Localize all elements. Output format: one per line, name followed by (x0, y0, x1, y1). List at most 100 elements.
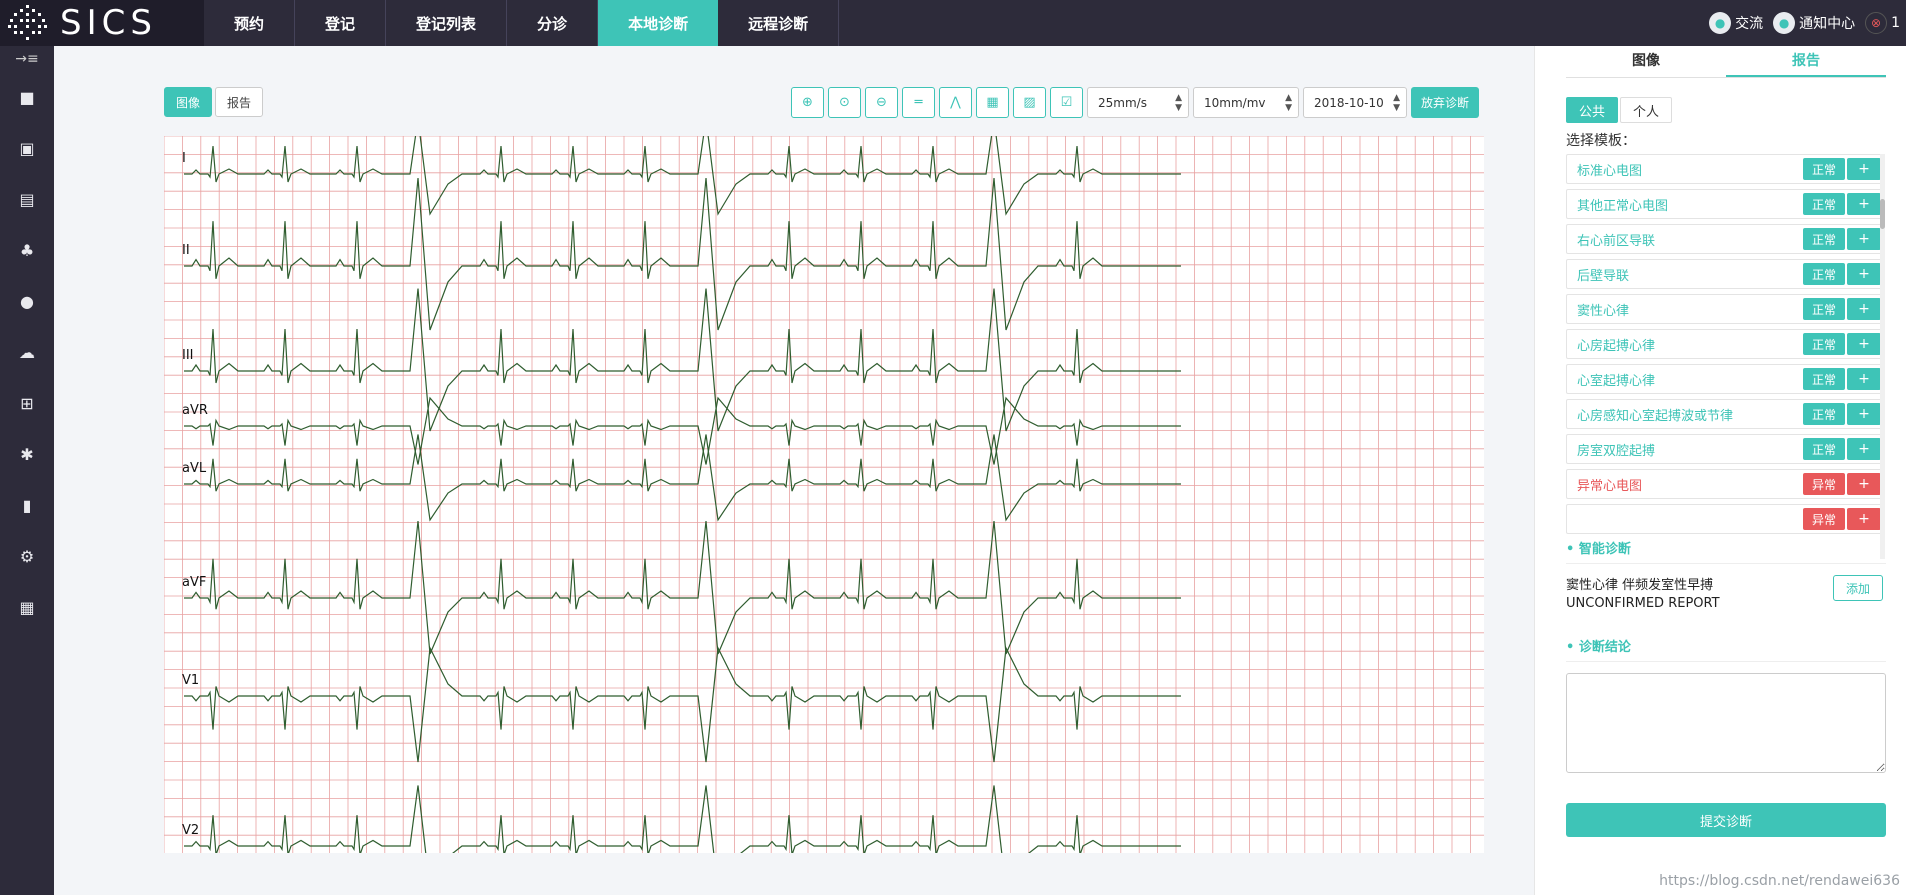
template-item[interactable]: 其他正常心电图 正常 + (1566, 189, 1884, 219)
template-tag[interactable]: 正常 (1803, 368, 1845, 390)
template-name: 窦性心律 (1577, 303, 1630, 319)
smart-diagnosis-title: 智能诊断 (1566, 538, 1886, 564)
template-tag[interactable]: 正常 (1803, 158, 1845, 180)
submit-diagnosis-button[interactable]: 提交诊断 (1566, 803, 1886, 837)
nav-item-1[interactable]: 登记 (295, 0, 387, 46)
nav-item-4[interactable]: 本地诊断 (598, 0, 719, 46)
org-tree-icon[interactable]: ⊞ (0, 378, 54, 429)
template-item[interactable]: 房室双腔起搏 正常 + (1566, 434, 1884, 464)
view-tab-1[interactable]: 报告 (215, 87, 264, 117)
smart-diagnosis-line: 窦性心律 伴频发室性早搏 (1566, 578, 1714, 593)
conclusion-title: 诊断结论 (1566, 636, 1886, 662)
right-tab-0[interactable]: 图像 (1566, 46, 1726, 77)
template-item[interactable]: 心房起搏心律 正常 + (1566, 329, 1884, 359)
plus-icon[interactable]: + (1847, 368, 1881, 390)
template-tag[interactable]: 正常 (1803, 298, 1845, 320)
template-item[interactable]: 窦性心律 正常 + (1566, 294, 1884, 324)
plus-icon[interactable]: + (1847, 298, 1881, 320)
hatch-icon[interactable]: ▨ (1013, 87, 1046, 118)
plus-icon[interactable]: + (1847, 193, 1881, 215)
add-diagnosis-button[interactable]: 添加 (1833, 575, 1883, 601)
user-icon[interactable]: ● (0, 276, 54, 327)
ruler-icon[interactable]: ═ (902, 87, 935, 118)
template-item[interactable]: 心房感知心室起搏波或节律 正常 + (1566, 399, 1884, 429)
collapse-icon[interactable]: →≡ (0, 46, 54, 72)
smart-diagnosis-text: 窦性心律 伴频发室性早搏 UNCONFIRMED REPORT (1566, 577, 1720, 613)
brand[interactable]: SICS (0, 0, 204, 46)
logo-dot (10, 19, 13, 22)
nav-item-3[interactable]: 分诊 (507, 0, 599, 46)
scope-tab-0[interactable]: 公共 (1566, 97, 1619, 123)
right-tab-1[interactable]: 报告 (1726, 46, 1886, 77)
plus-icon[interactable]: + (1847, 403, 1881, 425)
template-tag[interactable]: 正常 (1803, 193, 1845, 215)
template-tag[interactable]: 正常 (1803, 438, 1845, 460)
bar-chart-icon[interactable]: ▮ (0, 480, 54, 531)
plus-icon[interactable]: + (1847, 438, 1881, 460)
template-tag[interactable]: 异常 (1803, 508, 1845, 530)
tool-buttons: ⊕ ⊙ ⊖ ═ ⋀ ▦ ▨ ☑ (791, 87, 1083, 118)
plus-icon[interactable]: + (1847, 508, 1881, 530)
zoom-out-icon[interactable]: ⊖ (865, 87, 898, 118)
logo-dot (26, 25, 29, 28)
lead-label: aVL (182, 461, 207, 476)
plus-icon[interactable]: + (1847, 473, 1881, 495)
bug-icon[interactable]: ✱ (0, 429, 54, 480)
plus-icon[interactable]: + (1847, 263, 1881, 285)
sidebar: →≡ ■ ▣ ▤ ♣ ● ☁ ⊞ ✱ ▮ ⚙ ▦ (0, 46, 54, 895)
lead-label: III (182, 348, 194, 363)
plus-icon[interactable]: + (1847, 333, 1881, 355)
scrollbar-thumb[interactable] (1880, 199, 1885, 229)
plus-icon[interactable]: + (1847, 228, 1881, 250)
template-item[interactable]: 异常心电图 异常 + (1566, 469, 1884, 499)
user-button[interactable]: ⊗ 1 (1865, 12, 1900, 34)
template-list: 标准心电图 正常 + 其他正常心电图 正常 + 右心前区导联 正常 + 后壁导联 正常 + 窦性心律 正常… (1566, 154, 1886, 559)
bell-icon: ● (1773, 12, 1796, 34)
template-scrollbar[interactable] (1880, 154, 1885, 559)
view-tab-0[interactable]: 图像 (164, 87, 213, 117)
template-item[interactable]: 后壁导联 正常 + (1566, 259, 1884, 289)
gain-select[interactable]: 10mm/mv ▲ ▼ (1193, 87, 1299, 118)
template-tag[interactable]: 正常 (1803, 228, 1845, 250)
lead-label: V1 (182, 673, 199, 688)
notice-button[interactable]: ● 通知中心 (1773, 12, 1855, 34)
logo-dot (26, 37, 29, 40)
cloud-icon[interactable]: ☁ (0, 327, 54, 378)
template-tag[interactable]: 正常 (1803, 333, 1845, 355)
settings-icon[interactable]: ⚙ (0, 531, 54, 582)
abandon-diagnosis-button[interactable]: 放弃诊断 (1411, 87, 1480, 118)
zoom-reset-icon[interactable]: ⊙ (828, 87, 861, 118)
document-icon[interactable]: ▤ (0, 174, 54, 225)
template-tag[interactable]: 正常 (1803, 263, 1845, 285)
date-select[interactable]: 2018-10-10 ▲ ▼ (1303, 87, 1407, 118)
briefcase-icon[interactable]: ■ (0, 72, 54, 123)
select-arrow-icon: ▲ ▼ (1175, 92, 1182, 113)
wave-icon[interactable]: ⋀ (939, 87, 972, 118)
ecg-canvas[interactable]: I II III aVR aVL aVF V1 V2 (164, 136, 1484, 853)
template-item[interactable]: 标准心电图 正常 + (1566, 154, 1884, 184)
nav-item-0[interactable]: 预约 (204, 0, 296, 46)
top-bar: SICS 预约 登记 登记列表 分诊 本地诊断 远程诊断 ● 交流 ● 通知中心 ⊗ 1 (0, 0, 1906, 46)
chat-button[interactable]: ● 交流 (1709, 12, 1763, 34)
plus-icon[interactable]: + (1847, 158, 1881, 180)
check-icon[interactable]: ☑ (1050, 87, 1083, 118)
grid-icon[interactable]: ▦ (976, 87, 1009, 118)
calendar-icon[interactable]: ▦ (0, 582, 54, 633)
conclusion-textarea[interactable] (1566, 673, 1886, 773)
template-tag[interactable]: 正常 (1803, 403, 1845, 425)
template-item[interactable]: 异常 + (1566, 504, 1884, 534)
speed-value: 25mm/s (1098, 95, 1147, 110)
logo-dot (44, 25, 47, 28)
speed-select[interactable]: 25mm/s ▲ ▼ (1087, 87, 1189, 118)
contact-card-icon[interactable]: ▣ (0, 123, 54, 174)
top-right-actions: ● 交流 ● 通知中心 ⊗ 1 (1705, 0, 1906, 46)
template-item[interactable]: 心室起搏心律 正常 + (1566, 364, 1884, 394)
nav-item-2[interactable]: 登记列表 (386, 0, 508, 46)
scope-tab-1[interactable]: 个人 (1620, 97, 1673, 123)
zoom-in-icon[interactable]: ⊕ (791, 87, 824, 118)
nav-item-5[interactable]: 远程诊断 (718, 0, 840, 46)
group-icon[interactable]: ♣ (0, 225, 54, 276)
template-item[interactable]: 右心前区导联 正常 + (1566, 224, 1884, 254)
template-tag[interactable]: 异常 (1803, 473, 1845, 495)
logo-dot (14, 13, 17, 16)
